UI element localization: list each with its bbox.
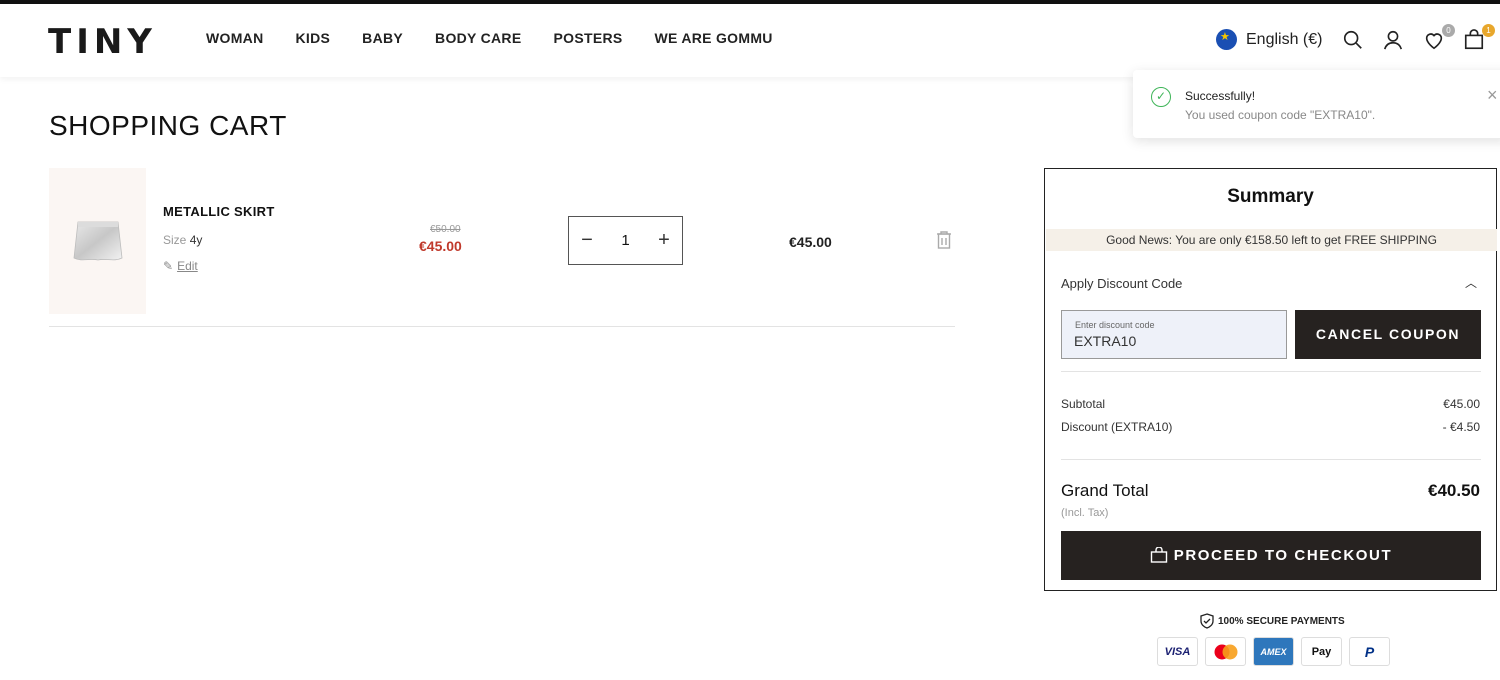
cart-icon[interactable]: 1 <box>1463 24 1495 53</box>
size-value: 4y <box>189 233 203 247</box>
decrease-button[interactable]: − <box>579 229 595 252</box>
divider <box>49 326 955 327</box>
cart-count-badge: 1 <box>1482 24 1495 37</box>
check-circle-icon: ✓ <box>1151 87 1171 107</box>
toast-message: You used coupon code "EXTRA10". <box>1185 108 1376 122</box>
trash-icon[interactable] <box>935 230 953 255</box>
wishlist-icon[interactable]: 0 <box>1423 24 1455 53</box>
site-header: TINY WOMAN KIDS BABY BODY CARE POSTERS W… <box>0 4 1500 77</box>
discount-field[interactable]: Enter discount code <box>1061 310 1287 359</box>
cancel-coupon-button[interactable]: CANCEL COUPON <box>1295 310 1481 359</box>
grand-total-value: €40.50 <box>1428 481 1480 500</box>
discount-value: - €4.50 <box>1442 420 1480 434</box>
visa-icon: VISA <box>1157 637 1198 666</box>
subtotal-label: Subtotal <box>1061 397 1106 411</box>
apple-pay-icon: Pay <box>1301 637 1342 666</box>
main-nav: WOMAN KIDS BABY BODY CARE POSTERS WE ARE… <box>206 30 805 46</box>
nav-item-posters[interactable]: POSTERS <box>554 30 623 46</box>
language-label: English (€) <box>1246 30 1323 48</box>
quantity-stepper: − 1 + <box>568 216 683 265</box>
grand-total-label: Grand Total <box>1061 481 1149 500</box>
amex-icon: AMEX <box>1253 637 1294 666</box>
original-price: €50.00 <box>430 224 461 235</box>
discount-heading[interactable]: Apply Discount Code <box>1061 276 1182 291</box>
nav-item-woman[interactable]: WOMAN <box>206 30 264 46</box>
checkout-label: PROCEED TO CHECKOUT <box>1173 547 1393 564</box>
nav-item-we-are-gommu[interactable]: WE ARE GOMMU <box>655 30 773 46</box>
logo[interactable]: TINY <box>48 22 157 62</box>
bag-icon <box>1150 546 1167 563</box>
language-selector[interactable]: English (€) <box>1216 29 1322 50</box>
nav-item-body-care[interactable]: BODY CARE <box>435 30 521 46</box>
discount-field-label: Enter discount code <box>1075 320 1155 330</box>
size-label: Size <box>163 233 187 247</box>
account-icon[interactable] <box>1382 29 1406 53</box>
success-toast: ✓ Successfully! You used coupon code "EX… <box>1133 70 1500 138</box>
search-icon[interactable] <box>1342 29 1366 53</box>
product-name[interactable]: METALLIC SKIRT <box>163 204 275 219</box>
edit-label: Edit <box>177 259 198 273</box>
close-icon[interactable]: × <box>1487 85 1498 106</box>
row-total: €45.00 <box>789 234 832 250</box>
page-title: SHOPPING CART <box>49 110 287 141</box>
skirt-image <box>73 221 123 261</box>
quantity-value[interactable]: 1 <box>621 232 629 249</box>
shield-check-icon <box>1200 613 1214 629</box>
sale-price: €45.00 <box>419 238 462 254</box>
checkout-button[interactable]: PROCEED TO CHECKOUT <box>1061 531 1481 580</box>
subtotal-value: €45.00 <box>1443 397 1480 411</box>
chevron-up-icon[interactable]: ︿ <box>1465 274 1477 291</box>
divider <box>1061 371 1481 372</box>
nav-item-baby[interactable]: BABY <box>362 30 403 46</box>
divider <box>1061 459 1481 460</box>
tax-note: (Incl. Tax) <box>1061 507 1109 519</box>
summary-title: Summary <box>1227 186 1314 207</box>
pencil-icon: ✎ <box>163 259 174 273</box>
paypal-icon: P <box>1349 637 1390 666</box>
toast-title: Successfully! <box>1185 89 1256 103</box>
product-size: Size 4y <box>163 233 202 247</box>
free-shipping-banner: Good News: You are only €158.50 left to … <box>1046 229 1497 251</box>
edit-link[interactable]: ✎ Edit <box>163 259 198 273</box>
discount-label: Discount (EXTRA10) <box>1061 420 1173 434</box>
mastercard-icon <box>1205 637 1246 666</box>
wishlist-count-badge: 0 <box>1442 24 1455 37</box>
discount-code-input[interactable] <box>1074 333 1274 349</box>
eu-flag-icon <box>1216 29 1237 50</box>
secure-label: 100% SECURE PAYMENTS <box>1218 615 1345 627</box>
payment-methods: VISA AMEX Pay P <box>1157 637 1390 666</box>
nav-item-kids[interactable]: KIDS <box>296 30 331 46</box>
secure-payments: 100% SECURE PAYMENTS <box>1199 613 1345 629</box>
order-summary: Summary Good News: You are only €158.50 … <box>1044 168 1497 591</box>
increase-button[interactable]: + <box>656 229 672 252</box>
